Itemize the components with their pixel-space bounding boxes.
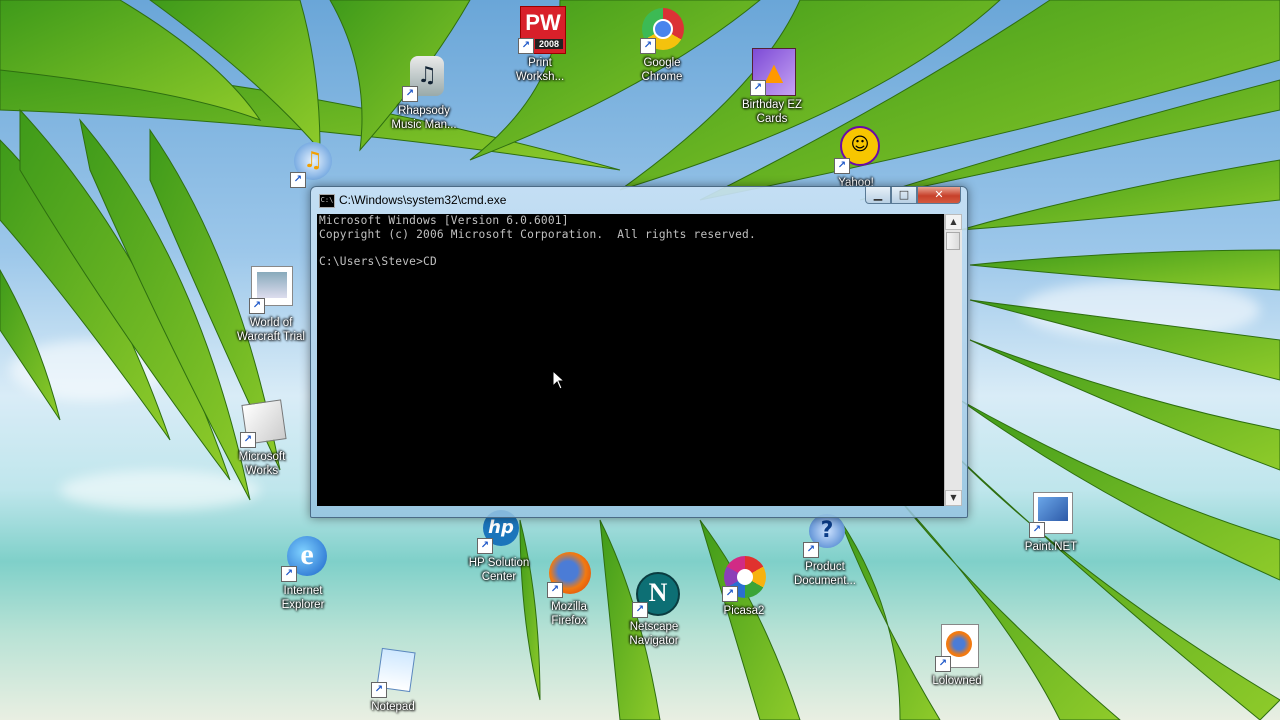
window-title: C:\Windows\system32\cmd.exe [339, 193, 507, 207]
desktop-icon-picasa2[interactable]: ↗ Picasa2 [698, 554, 790, 618]
minimize-icon: ▁ [873, 188, 883, 201]
scroll-thumb[interactable] [946, 232, 960, 250]
maximize-button[interactable]: □ [891, 187, 917, 204]
shortcut-arrow-icon: ↗ [371, 682, 387, 698]
cmd-window-icon: C:\ [319, 194, 335, 208]
scroll-up-button[interactable]: ▲ [945, 214, 962, 230]
desktop-icon-world-of-warcraft[interactable]: ↗ World of Warcraft Trial [225, 266, 317, 344]
shortcut-arrow-icon: ↗ [750, 80, 766, 96]
shortcut-arrow-icon: ↗ [290, 172, 306, 188]
desktop-icon-partial-itunes[interactable]: ♫ ↗ [282, 140, 342, 188]
shortcut-arrow-icon: ↗ [249, 298, 265, 314]
close-button[interactable]: ✕ [917, 187, 961, 204]
mouse-pointer-icon [552, 370, 566, 390]
shortcut-arrow-icon: ↗ [402, 86, 418, 102]
console-prompt-line[interactable]: C:\Users\Steve>CD [317, 255, 944, 269]
desktop-icon-mozilla-firefox[interactable]: ↗ Mozilla Firefox [523, 550, 615, 628]
desktop-icon-google-chrome[interactable]: ↗ Google Chrome [616, 6, 708, 84]
shortcut-arrow-icon: ↗ [477, 538, 493, 554]
cmd-window[interactable]: C:\ C:\Windows\system32\cmd.exe ▁ □ ✕ Mi… [310, 186, 968, 518]
shortcut-arrow-icon: ↗ [803, 542, 819, 558]
shortcut-arrow-icon: ↗ [834, 158, 850, 174]
arrow-down-icon: ▼ [950, 493, 957, 502]
desktop-icon-birthday-ez-cards[interactable]: ▲ ↗ Birthday EZ Cards [726, 48, 818, 126]
desktop-icon-paint-net[interactable]: ↗ Paint.NET [1005, 490, 1097, 554]
cmd-titlebar[interactable]: C:\ C:\Windows\system32\cmd.exe ▁ □ ✕ [311, 187, 967, 213]
desktop-icon-lolowned[interactable]: ↗ Lolowned [911, 624, 1003, 688]
arrow-up-icon: ▲ [950, 217, 957, 226]
console-line: Copyright (c) 2006 Microsoft Corporation… [319, 227, 756, 241]
close-icon: ✕ [934, 188, 944, 201]
console-output[interactable]: Microsoft Windows [Version 6.0.6001] Cop… [317, 214, 944, 506]
desktop-icon-product-documentation[interactable]: ? ↗ Product Document... [779, 510, 871, 588]
console-line [317, 241, 944, 255]
desktop-icon-internet-explorer[interactable]: e ↗ Internet Explorer [257, 534, 349, 612]
scroll-down-button[interactable]: ▼ [945, 490, 962, 506]
shortcut-arrow-icon: ↗ [281, 566, 297, 582]
desktop-icon-netscape-navigator[interactable]: N ↗ Netscape Navigator [608, 570, 700, 648]
desktop-icon-print-workshop[interactable]: PW 2008 ↗ Print Worksh... [494, 6, 586, 84]
maximize-icon: □ [898, 188, 910, 201]
shortcut-arrow-icon: ↗ [935, 656, 951, 672]
console-line: Microsoft Windows [Version 6.0.6001] [319, 214, 569, 227]
shortcut-arrow-icon: ↗ [722, 586, 738, 602]
shortcut-arrow-icon: ↗ [240, 432, 256, 448]
desktop-icon-microsoft-works[interactable]: ↗ Microsoft Works [216, 399, 308, 478]
minimize-button[interactable]: ▁ [865, 187, 891, 204]
shortcut-arrow-icon: ↗ [547, 582, 563, 598]
desktop-icon-yahoo[interactable]: ☺ ↗ Yahoo! [810, 126, 902, 190]
vertical-scrollbar[interactable]: ▲ ▼ [944, 214, 962, 506]
shortcut-arrow-icon: ↗ [640, 38, 656, 54]
shortcut-arrow-icon: ↗ [518, 38, 534, 54]
desktop-icon-notepad[interactable]: ↗ Notepad [347, 647, 439, 714]
desktop-icon-rhapsody[interactable]: ♫ ↗ Rhapsody Music Man... [378, 54, 470, 132]
shortcut-arrow-icon: ↗ [1029, 522, 1045, 538]
shortcut-arrow-icon: ↗ [632, 602, 648, 618]
